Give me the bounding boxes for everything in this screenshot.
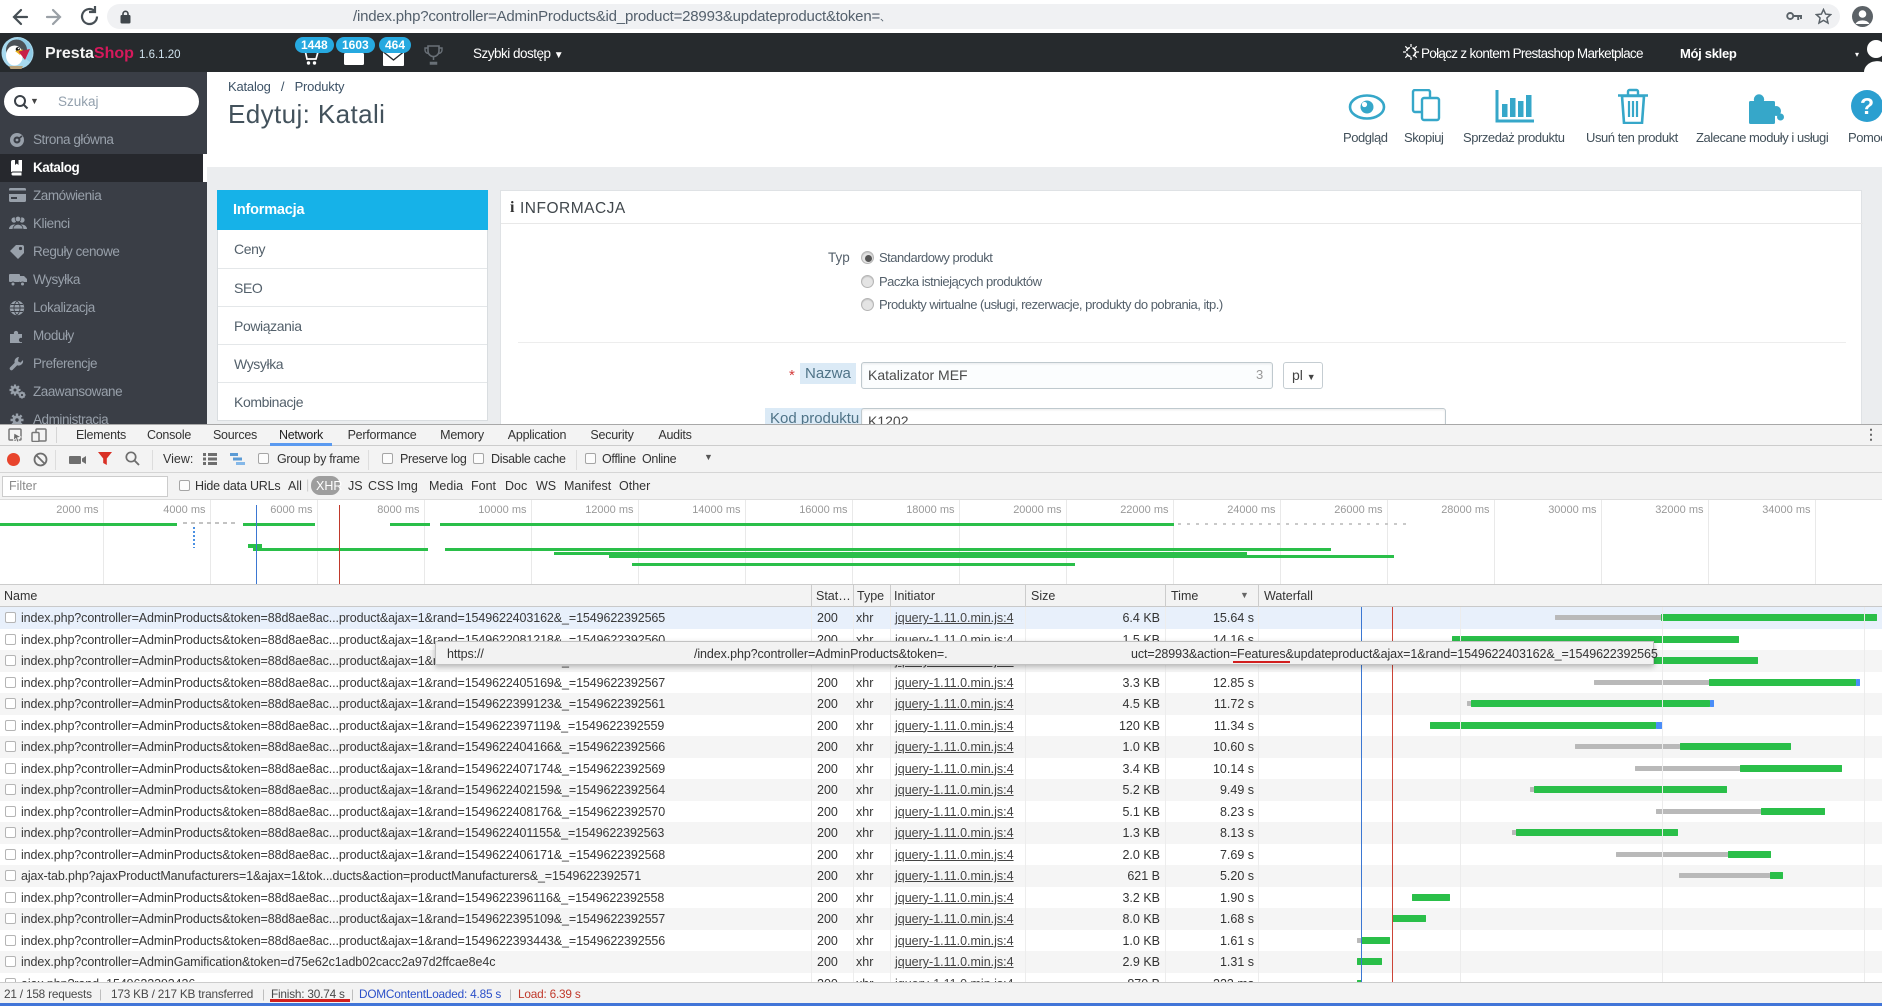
svg-text:?: ?: [1860, 93, 1874, 119]
